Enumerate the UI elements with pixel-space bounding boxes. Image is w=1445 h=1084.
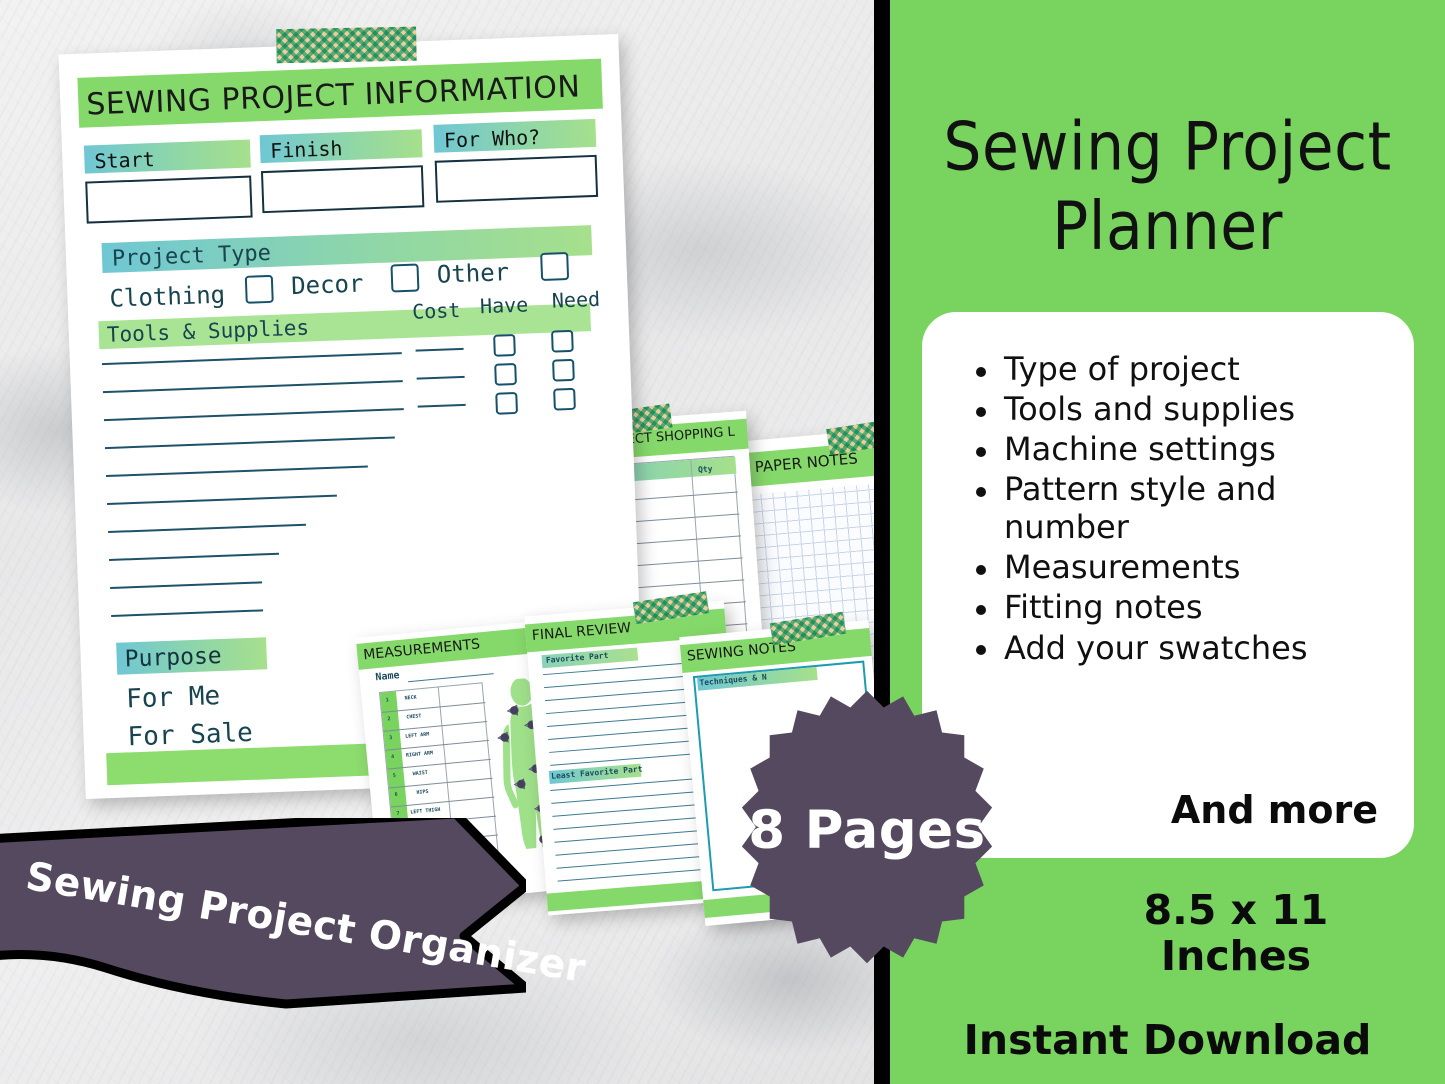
finish-input[interactable] [260, 165, 425, 214]
meas-row-num: 3 [389, 735, 393, 742]
bullet-icon [976, 486, 986, 497]
meas-row-label: LEFT THIGH [410, 806, 441, 816]
feature-label: Fitting notes [1004, 588, 1203, 627]
bullet-icon [976, 605, 986, 616]
feature-label: Measurements [1004, 548, 1241, 587]
tools-line [108, 523, 306, 534]
checkbox-have-2[interactable] [494, 362, 517, 386]
instant-download-label: Instant Download [963, 1016, 1372, 1064]
checkbox-need-1[interactable] [550, 329, 574, 353]
tools-line [109, 552, 280, 561]
product-title-line1: Sewing Project [943, 108, 1392, 187]
feature-item: Type of project [966, 350, 1396, 388]
checkbox-have-3[interactable] [495, 391, 519, 415]
option-other: Other [436, 258, 510, 289]
checkbox-decor[interactable] [390, 263, 420, 293]
measurements-name-label: Name [375, 670, 401, 684]
meas-row-num: 1 [385, 697, 390, 704]
option-clothing: Clothing [109, 280, 226, 313]
tools-line [101, 352, 402, 366]
bullet-icon [976, 366, 986, 377]
column-qty: Qty [697, 464, 713, 475]
purpose-for-me: For Me [125, 681, 221, 715]
checkbox-have-1[interactable] [493, 333, 516, 357]
product-listing-image: GRAPH PAPER NOTES SEWING PROJECT SHOPPIN… [0, 0, 1445, 1084]
size-line1: 8.5 x 11 [1143, 886, 1329, 934]
checkbox-need-3[interactable] [553, 387, 576, 411]
meas-row-label: CHEST [406, 713, 422, 721]
bullet-icon [976, 565, 986, 576]
checkbox-clothing[interactable] [244, 274, 274, 304]
feature-item: Pattern style and number [966, 470, 1396, 546]
tools-line [111, 609, 264, 617]
purpose-for-sale: For Sale [127, 717, 254, 753]
meas-row-num: 2 [387, 716, 391, 723]
feature-item: Machine settings [966, 430, 1396, 468]
meas-row-label: WAIST [412, 769, 429, 778]
column-have: Have [479, 292, 529, 319]
option-decor: Decor [290, 269, 364, 301]
checkbox-need-2[interactable] [552, 358, 575, 382]
start-label: Start [94, 147, 156, 174]
feature-list: Type of project Tools and supplies Machi… [966, 350, 1396, 669]
product-title-line2: Planner [1052, 187, 1283, 266]
tools-line [103, 408, 404, 422]
purpose-label: Purpose [124, 642, 223, 673]
feature-item: Fitting notes [966, 588, 1396, 626]
for-who-input[interactable] [434, 154, 599, 203]
feature-label: Type of project [1004, 350, 1240, 388]
feature-label: Add your swatches [1004, 628, 1308, 667]
meas-row-label: NECK [404, 694, 417, 702]
tools-line [107, 494, 337, 506]
meas-row-label: LEFT ARM [404, 731, 430, 740]
for-who-label: For Who? [443, 124, 541, 153]
tools-line [104, 436, 395, 450]
washi-tape-main [276, 26, 417, 64]
meas-row-label: HIPS [416, 788, 429, 796]
organizer-ribbon: Sewing Project Organizer [0, 809, 589, 1038]
feature-label: Machine settings [1004, 430, 1276, 469]
meas-row-label: RIGHT ARM [405, 750, 434, 759]
size-label: 8.5 x 11 Inches [1071, 886, 1401, 980]
meas-row-num: 6 [394, 791, 398, 799]
start-input[interactable] [85, 175, 253, 224]
product-title: Sewing Project Planner [890, 108, 1445, 267]
feature-label: Pattern style and number [1004, 470, 1277, 547]
column-cost: Cost [411, 297, 461, 324]
feature-item: Tools and supplies [966, 390, 1396, 428]
tools-line [110, 581, 263, 589]
size-line2: Inches [1160, 931, 1312, 980]
tools-cost-line [416, 375, 465, 380]
feature-item: Measurements [966, 548, 1396, 586]
feature-item: Add your swatches [966, 629, 1396, 667]
bullet-icon [976, 446, 986, 457]
pages-badge-label: 8 Pages [748, 799, 986, 861]
meas-row-num: 4 [390, 753, 395, 761]
meas-row-num: 5 [392, 772, 397, 780]
tools-cost-line [417, 403, 466, 408]
pages-badge: 8 Pages [722, 688, 1012, 966]
bullet-icon [976, 406, 986, 417]
feature-label: Tools and supplies [1004, 390, 1296, 429]
finish-label: Finish [269, 136, 343, 163]
bullet-icon [976, 645, 986, 656]
tools-cost-line [415, 347, 464, 352]
column-need: Need [551, 286, 601, 313]
tools-line [105, 465, 368, 478]
tools-line [102, 380, 403, 394]
checkbox-other[interactable] [540, 251, 570, 281]
meas-row-num: 7 [396, 810, 400, 817]
